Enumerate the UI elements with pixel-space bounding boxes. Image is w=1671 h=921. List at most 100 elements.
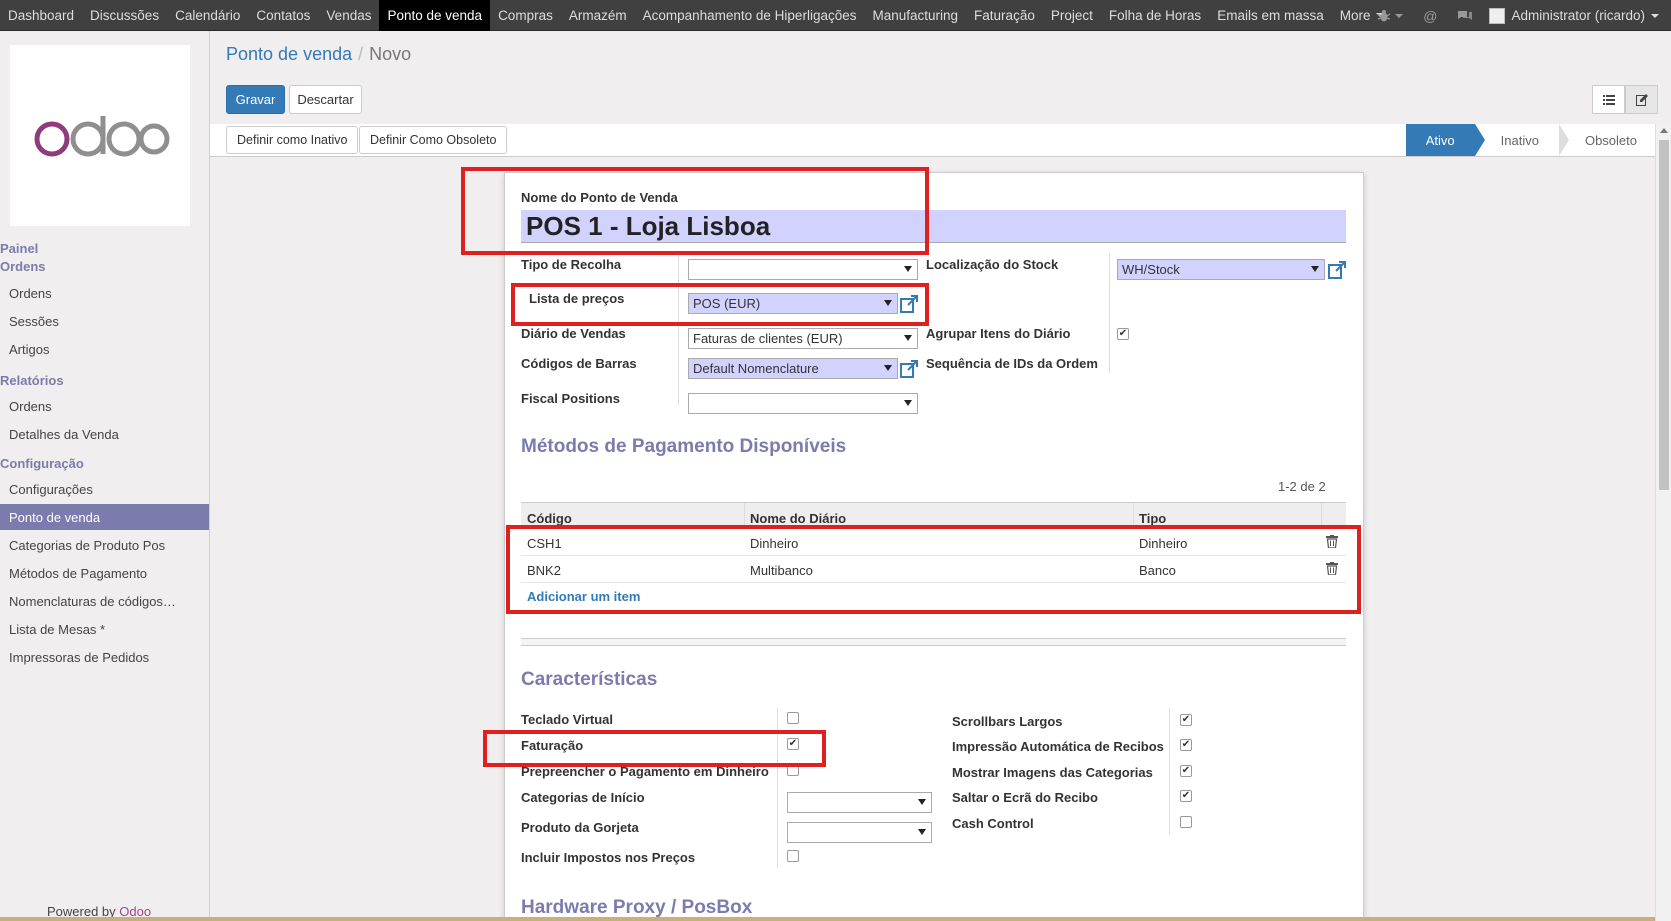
external-link-icon[interactable] xyxy=(900,360,918,378)
invoicing-checkbox[interactable]: ✔ xyxy=(787,738,799,750)
journal-label: Diário de Vendas xyxy=(521,326,626,341)
prefill-cash-checkbox[interactable] xyxy=(787,764,799,776)
user-menu[interactable]: Administrator (ricardo) xyxy=(1483,7,1671,24)
stock-location-select[interactable]: WH/Stock xyxy=(1117,259,1325,280)
menu-point-of-sale[interactable]: Ponto de venda xyxy=(379,0,491,31)
stage-obsolete[interactable]: Obsoleto xyxy=(1558,124,1655,156)
menu-mass-mailing[interactable]: Emails em massa xyxy=(1209,0,1332,31)
menu-sales[interactable]: Vendas xyxy=(318,0,379,31)
sidebar-item-payment-methods[interactable]: Métodos de Pagamento xyxy=(0,560,209,586)
table-row[interactable]: CSH1 Dinheiro Dinheiro xyxy=(521,529,1346,556)
skip-receipt-screen-checkbox[interactable]: ✔ xyxy=(1180,790,1192,802)
add-item-link[interactable]: Adicionar um item xyxy=(527,589,640,604)
menu-manufacturing[interactable]: Manufacturing xyxy=(864,0,966,31)
col-type[interactable]: Tipo xyxy=(1139,511,1166,526)
category-images-label: Mostrar Imagens das Categorias xyxy=(952,765,1153,780)
external-link-icon[interactable] xyxy=(1328,261,1346,279)
menu-purchases[interactable]: Compras xyxy=(490,0,561,31)
cell-journal: Dinheiro xyxy=(750,536,799,551)
pricelist-label: Lista de preços xyxy=(529,291,625,306)
stage-inactive-label: Inativo xyxy=(1500,132,1539,148)
barcode-label: Códigos de Barras xyxy=(521,356,637,371)
large-scrollbars-label: Scrollbars Largos xyxy=(952,714,1063,729)
trash-icon[interactable] xyxy=(1326,562,1338,575)
col-journal-name[interactable]: Nome do Diário xyxy=(750,511,846,526)
save-button[interactable]: Gravar xyxy=(226,85,285,114)
edit-icon xyxy=(1635,93,1648,106)
sidebar-item-pos-categories[interactable]: Categorias de Produto Pos xyxy=(0,532,209,558)
at-icon[interactable]: @ xyxy=(1413,8,1447,24)
scroll-up-icon[interactable] xyxy=(1660,128,1668,133)
discard-button[interactable]: Descartar xyxy=(289,85,362,114)
auto-print-receipt-label: Impressão Automática de Recibos xyxy=(952,739,1164,754)
sidebar-item-report-orders[interactable]: Ordens xyxy=(0,393,209,419)
menu-calendar[interactable]: Calendário xyxy=(167,0,248,31)
group-items-checkbox[interactable]: ✔ xyxy=(1117,328,1129,340)
breadcrumb-parent[interactable]: Ponto de venda xyxy=(226,44,352,64)
menu-link-tracking[interactable]: Acompanhamento de Hiperligações xyxy=(635,0,865,31)
chevron-down-icon xyxy=(1651,13,1659,18)
menu-invoicing[interactable]: Faturação xyxy=(966,0,1043,31)
stock-location-value: WH/Stock xyxy=(1122,262,1180,277)
vertical-scrollbar[interactable] xyxy=(1655,124,1671,921)
chat-icon[interactable] xyxy=(1447,9,1483,23)
menu-timesheets[interactable]: Folha de Horas xyxy=(1101,0,1209,31)
list-icon xyxy=(1602,94,1615,105)
sidebar-item-order-printers[interactable]: Impressoras de Pedidos xyxy=(0,644,209,670)
journal-select[interactable]: Faturas de clientes (EUR) xyxy=(688,328,918,349)
menu-discussions[interactable]: Discussões xyxy=(82,0,167,31)
sidebar-item-sale-details[interactable]: Detalhes da Venda xyxy=(0,421,209,447)
company-logo[interactable] xyxy=(10,45,190,226)
fiscal-select[interactable] xyxy=(688,393,918,414)
pos-name-input[interactable]: POS 1 - Loja Lisboa xyxy=(521,210,1346,243)
menu-warehouse[interactable]: Armazém xyxy=(561,0,635,31)
stage-active[interactable]: Ativo xyxy=(1405,124,1485,156)
tip-product-label: Produto da Gorjeta xyxy=(521,820,639,835)
sidebar-item-products[interactable]: Artigos xyxy=(0,336,209,362)
set-obsolete-button[interactable]: Definir Como Obsoleto xyxy=(359,126,508,154)
menu-dashboard[interactable]: Dashboard xyxy=(0,0,82,31)
pager[interactable]: 1-2 de 2 xyxy=(1278,479,1326,494)
large-scrollbars-checkbox[interactable]: ✔ xyxy=(1180,714,1192,726)
sidebar-item-table-list[interactable]: Lista de Mesas * xyxy=(0,616,209,642)
bug-icon[interactable] xyxy=(1367,9,1413,23)
invoicing-label: Faturação xyxy=(521,738,584,753)
separator xyxy=(521,638,1346,646)
barcode-select[interactable]: Default Nomenclature xyxy=(688,358,898,379)
stage-active-label: Ativo xyxy=(1425,132,1455,148)
picking-type-select[interactable] xyxy=(688,259,918,280)
sidebar-section-configuration: Configuração xyxy=(0,456,84,471)
stage-inactive[interactable]: Inativo xyxy=(1474,124,1569,156)
chevron-down-icon xyxy=(904,400,912,406)
col-code[interactable]: Código xyxy=(527,511,572,526)
table-row[interactable]: BNK2 Multibanco Banco xyxy=(521,556,1346,583)
cash-control-checkbox[interactable] xyxy=(1180,816,1192,828)
scrollbar-thumb[interactable] xyxy=(1659,140,1669,490)
tax-included-label: Incluir Impostos nos Preços xyxy=(521,850,696,865)
menu-contacts[interactable]: Contatos xyxy=(248,0,318,31)
sidebar-section-dashboard[interactable]: Painel xyxy=(0,241,38,256)
fiscal-label: Fiscal Positions xyxy=(521,391,620,406)
odoo-logo-icon xyxy=(34,115,170,156)
external-link-icon[interactable] xyxy=(900,295,918,313)
form-view-button[interactable] xyxy=(1625,85,1658,114)
tax-included-checkbox[interactable] xyxy=(787,850,799,862)
prefill-cash-label: Prepreencher o Pagamento em Dinheiro xyxy=(521,764,769,779)
sidebar-item-orders[interactable]: Ordens xyxy=(0,280,209,306)
virtual-keyboard-label: Teclado Virtual xyxy=(521,712,613,727)
chevron-down-icon xyxy=(918,829,926,835)
trash-icon[interactable] xyxy=(1326,535,1338,548)
virtual-keyboard-checkbox[interactable] xyxy=(787,712,799,724)
sidebar-item-barcode-nomenclatures[interactable]: Nomenclaturas de códigos… xyxy=(0,588,209,614)
list-view-button[interactable] xyxy=(1592,85,1625,114)
menu-project[interactable]: Project xyxy=(1043,0,1101,31)
start-categories-select[interactable] xyxy=(787,792,932,813)
pricelist-select[interactable]: POS (EUR) xyxy=(688,293,898,314)
sidebar-item-settings[interactable]: Configurações xyxy=(0,476,209,502)
tip-product-select[interactable] xyxy=(787,822,932,843)
auto-print-receipt-checkbox[interactable]: ✔ xyxy=(1180,739,1192,751)
category-images-checkbox[interactable]: ✔ xyxy=(1180,765,1192,777)
set-inactive-button[interactable]: Definir como Inativo xyxy=(226,126,359,154)
sidebar-item-point-of-sale[interactable]: Ponto de venda xyxy=(0,504,209,530)
sidebar-item-sessions[interactable]: Sessões xyxy=(0,308,209,334)
